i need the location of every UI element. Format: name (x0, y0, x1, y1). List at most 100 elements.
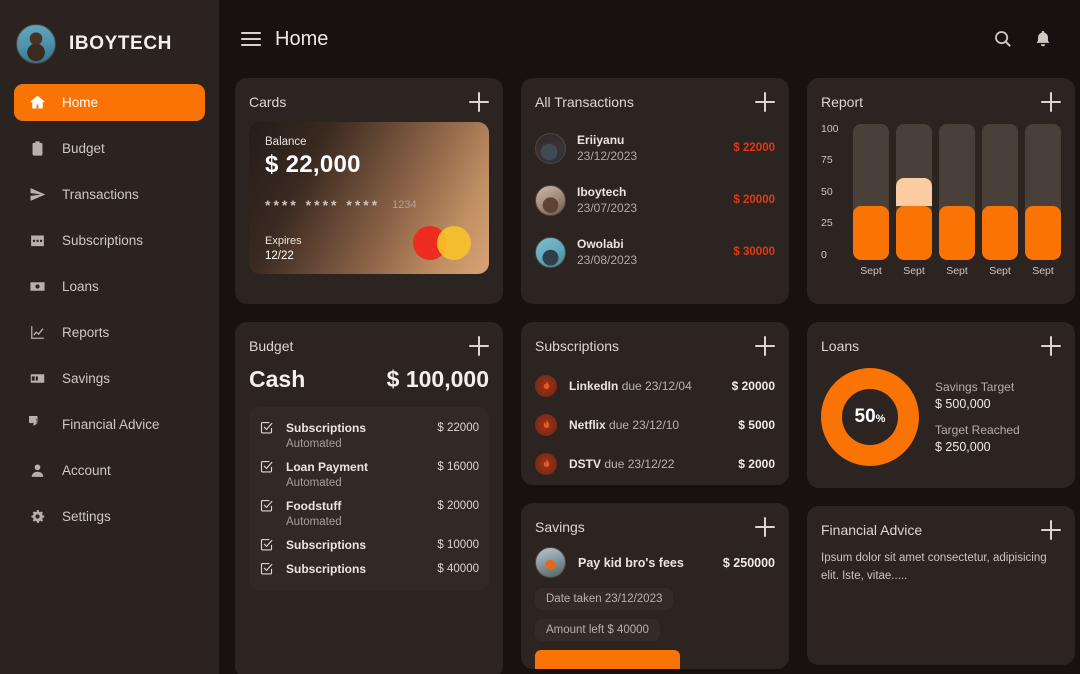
search-icon[interactable] (990, 26, 1016, 52)
expires-label: Expires (265, 235, 302, 247)
gear-icon (28, 508, 46, 526)
chart-bar[interactable]: Sept (853, 124, 889, 277)
flame-icon (535, 374, 557, 397)
panel-title: Loans (821, 338, 860, 354)
sidebar-item-home[interactable]: Home (14, 84, 205, 121)
chart-bar[interactable]: Sept (982, 124, 1018, 277)
cash-value: $ 100,000 (386, 366, 489, 392)
plus-icon[interactable] (1041, 520, 1061, 540)
flame-icon (535, 452, 557, 475)
checkbox-icon[interactable] (259, 459, 274, 474)
wallet-icon (28, 370, 46, 388)
send-icon (28, 186, 46, 204)
plus-icon[interactable] (1041, 92, 1061, 112)
panel-header: Subscriptions (535, 336, 775, 356)
subscription-label: LinkedIn due 23/12/04 (569, 379, 720, 393)
list-item[interactable]: Loan Payment $ 16000 Automated (259, 454, 479, 493)
sidebar-item-transactions[interactable]: Transactions (14, 176, 205, 213)
column-one: Cards Balance $ 22,000 **** **** **** 12… (235, 78, 503, 674)
avatar (535, 547, 566, 578)
list-item[interactable]: Netflix due 23/12/10 $ 5000 (535, 405, 775, 444)
bar-track (853, 124, 889, 260)
list-item[interactable]: Subscriptions $ 40000 (259, 556, 479, 580)
sidebar-item-savings[interactable]: Savings (14, 360, 205, 397)
page-title: Home (275, 27, 329, 50)
checkbox-icon[interactable] (259, 420, 274, 435)
percent-sign: % (875, 413, 886, 425)
sidebar-item-settings[interactable]: Settings (14, 498, 205, 535)
sidebar-item-loans[interactable]: Loans (14, 268, 205, 305)
brand-name: IBOYTECH (69, 33, 172, 54)
svg-text:$: $ (35, 418, 39, 425)
sidebar-nav: Home Budget Transactions Subscriptions L… (0, 84, 219, 535)
panel-header: Financial Advice (821, 520, 1061, 540)
credit-card[interactable]: Balance $ 22,000 **** **** **** 1234 Exp… (249, 122, 489, 274)
subscription-service: Netflix (569, 417, 606, 432)
bar-used (853, 205, 889, 260)
budget-list: Subscriptions $ 22000 Automated Loan Pay… (249, 407, 489, 590)
plus-icon[interactable] (755, 92, 775, 112)
avatar (535, 184, 566, 216)
checkbox-icon[interactable] (259, 537, 274, 552)
subscription-amount: $ 5000 (738, 417, 775, 432)
table-row[interactable]: Eriiyanu 23/12/2023 $ 22000 (535, 122, 775, 174)
chat-dollar-icon: $ (28, 416, 46, 434)
money-icon (28, 278, 46, 296)
list-item[interactable]: LinkedIn due 23/12/04 $ 20000 (535, 366, 775, 405)
savings-item-amount: $ 250000 (722, 555, 775, 570)
checkbox-icon[interactable] (259, 498, 274, 513)
sidebar-item-label: Transactions (62, 187, 139, 202)
transaction-name: Eriiyanu (577, 133, 625, 147)
sidebar-item-account[interactable]: Account (14, 452, 205, 489)
table-row[interactable]: Iboytech 23/07/2023 $ 20000 (535, 174, 775, 226)
list-item[interactable]: Foodstuff $ 20000 Automated (259, 493, 479, 532)
brand: IBOYTECH (0, 0, 219, 72)
bar-used (939, 205, 975, 260)
plus-icon[interactable] (755, 517, 775, 537)
sidebar-item-reports[interactable]: Reports (14, 314, 205, 351)
subscription-amount: $ 2000 (738, 456, 775, 471)
bar-used (982, 205, 1018, 260)
list-item[interactable]: DSTV due 23/12/22 $ 2000 (535, 444, 775, 483)
target-reached-label: Target Reached (935, 423, 1020, 437)
checkbox-icon[interactable] (259, 561, 274, 576)
transactions-panel: All Transactions Eriiyanu 23/12/2023 $ 2… (521, 78, 789, 304)
sidebar-item-label: Budget (62, 141, 105, 156)
chart-bar[interactable]: Sept (939, 124, 975, 277)
notification-bell-icon[interactable] (1030, 26, 1056, 52)
clipboard-icon (28, 140, 46, 158)
budget-item-amount: $ 20000 (437, 499, 479, 512)
sidebar-item-subscriptions[interactable]: Subscriptions (14, 222, 205, 259)
card-balance: $ 22,000 (265, 151, 361, 178)
transaction-name: Owolabi (577, 237, 624, 251)
savings-action-button[interactable] (535, 650, 680, 669)
table-row[interactable]: Owolabi 23/08/2023 $ 30000 (535, 226, 775, 278)
panel-header: Loans (821, 336, 1061, 356)
savings-date-chip: Date taken 23/12/2023 (535, 588, 674, 610)
loans-panel: Loans 50% Savings Target $ 500,000 Targe… (807, 322, 1075, 488)
panel-header: All Transactions (535, 92, 775, 112)
sidebar-item-budget[interactable]: Budget (14, 130, 205, 167)
plus-icon[interactable] (469, 336, 489, 356)
plus-icon[interactable] (755, 336, 775, 356)
bar-label: Sept (1032, 265, 1054, 277)
chart-bar[interactable]: Sept (896, 124, 932, 277)
bar-projected (896, 178, 932, 206)
budget-item-sub: Automated (286, 477, 342, 489)
subscription-amount: $ 20000 (731, 378, 775, 393)
y-tick: 25 (821, 217, 833, 230)
chart-bar[interactable]: Sept (1025, 124, 1061, 277)
panel-header: Report (821, 92, 1061, 112)
sidebar-item-financial-advice[interactable]: $ Financial Advice (14, 406, 205, 443)
list-item[interactable]: Subscriptions $ 10000 (259, 532, 479, 556)
list-item[interactable]: Subscriptions $ 22000 Automated (259, 415, 479, 454)
plus-icon[interactable] (469, 92, 489, 112)
bar-track (982, 124, 1018, 260)
savings-item[interactable]: Pay kid bro's fees $ 250000 (535, 547, 775, 578)
calendar-icon (28, 232, 46, 250)
sidebar-item-label: Reports (62, 325, 110, 340)
plus-icon[interactable] (1041, 336, 1061, 356)
transaction-amount: $ 20000 (733, 194, 775, 206)
mastercard-yellow-circle (437, 226, 471, 260)
hamburger-icon[interactable] (241, 32, 261, 46)
